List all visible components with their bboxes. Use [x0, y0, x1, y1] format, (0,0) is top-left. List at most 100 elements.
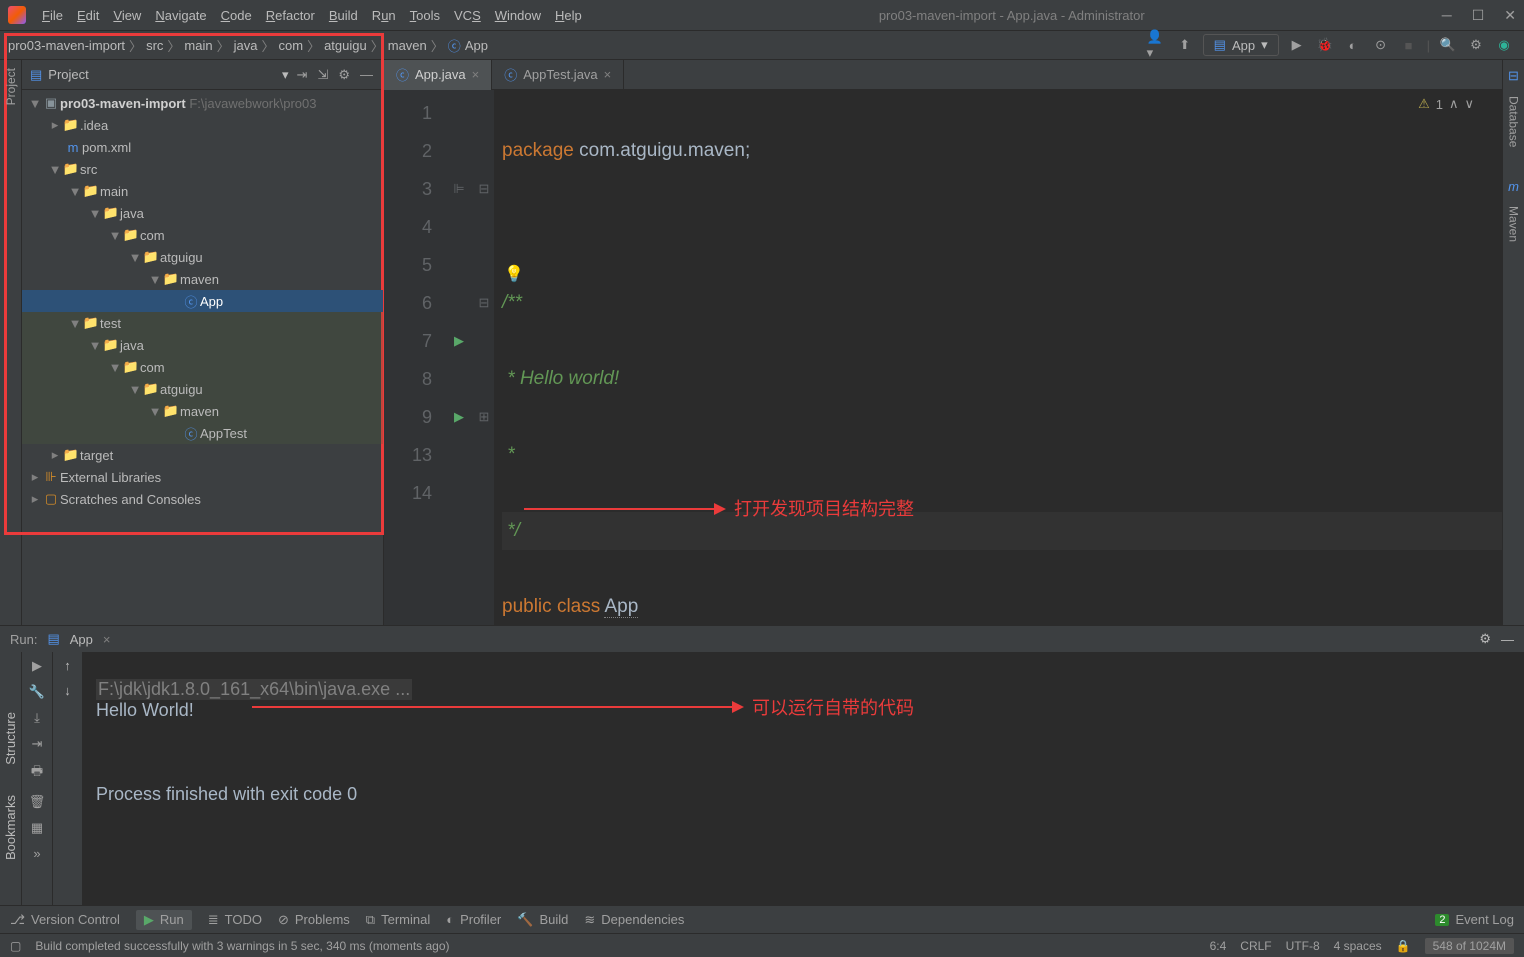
- run-settings-icon[interactable]: ⚙: [1479, 631, 1491, 647]
- coverage-button[interactable]: ◐: [1343, 35, 1363, 55]
- nav-up-icon[interactable]: ∧: [1449, 96, 1459, 112]
- code-area[interactable]: package com.atguigu.maven; /** * Hello w…: [494, 90, 1502, 625]
- crumb[interactable]: pro03-maven-import: [8, 38, 125, 53]
- crumb[interactable]: src: [146, 38, 163, 53]
- print-icon[interactable]: 🖶: [31, 762, 43, 784]
- tab-run[interactable]: ▶Run: [136, 910, 192, 930]
- close-button[interactable]: ✕: [1504, 7, 1516, 24]
- left-rail-structure[interactable]: Structure: [3, 712, 18, 765]
- right-rail-maven[interactable]: Maven: [1507, 206, 1521, 242]
- jetbrains-icon[interactable]: ◉: [1494, 35, 1514, 55]
- tree-ext-libs[interactable]: ▸⊪External Libraries: [22, 466, 383, 488]
- menu-help[interactable]: Help: [555, 8, 582, 23]
- settings-icon[interactable]: ⚙: [1466, 35, 1486, 55]
- crumb[interactable]: maven: [388, 38, 427, 53]
- run-class-icon[interactable]: ▶: [454, 322, 464, 360]
- tree-maven-main[interactable]: ▼📁maven: [22, 268, 383, 290]
- tab-build[interactable]: 🔨Build: [517, 912, 568, 928]
- layout-icon[interactable]: ▦: [31, 820, 43, 836]
- gear-icon[interactable]: ⚙: [336, 67, 352, 83]
- stop-button[interactable]: ■: [1399, 35, 1419, 55]
- tab-profiler[interactable]: ◐Profiler: [446, 912, 501, 927]
- menu-tools[interactable]: Tools: [410, 8, 440, 23]
- search-icon[interactable]: 🔍: [1438, 35, 1458, 55]
- rerun-icon[interactable]: ▶: [32, 658, 42, 674]
- trash-icon[interactable]: 🗑: [29, 794, 46, 810]
- scroll-icon[interactable]: ⇥: [32, 736, 43, 752]
- maximize-button[interactable]: ☐: [1472, 7, 1485, 24]
- menu-build[interactable]: Build: [329, 8, 358, 23]
- build-icon[interactable]: ⬆: [1175, 35, 1195, 55]
- tree-app[interactable]: ⓒApp: [22, 290, 383, 312]
- warning-icon[interactable]: ⚠: [1418, 96, 1430, 112]
- database-icon[interactable]: ⊟: [1508, 68, 1519, 84]
- tree-root[interactable]: ▼▣pro03-maven-import F:\javawebwork\pro0…: [22, 92, 383, 114]
- up-icon[interactable]: ↑: [64, 658, 71, 673]
- tab-version-control[interactable]: ⎇Version Control: [10, 912, 120, 928]
- tree-scratches[interactable]: ▸▢Scratches and Consoles: [22, 488, 383, 510]
- tree-java-test[interactable]: ▼📁java: [22, 334, 383, 356]
- nav-down-icon[interactable]: ∨: [1464, 96, 1474, 112]
- tab-dependencies[interactable]: ≋Dependencies: [584, 912, 684, 928]
- menu-edit[interactable]: Edit: [77, 8, 99, 23]
- menu-refactor[interactable]: Refactor: [266, 8, 315, 23]
- more-icon[interactable]: »: [33, 846, 40, 861]
- debug-button[interactable]: 🐞: [1315, 35, 1335, 55]
- menu-code[interactable]: Code: [221, 8, 252, 23]
- tree-apptest[interactable]: ⓒAppTest: [22, 422, 383, 444]
- caret-position[interactable]: 6:4: [1210, 939, 1227, 953]
- close-tab-icon[interactable]: ×: [472, 67, 480, 82]
- tree-atguigu-main[interactable]: ▼📁atguigu: [22, 246, 383, 268]
- tree-java-main[interactable]: ▼📁java: [22, 202, 383, 224]
- tree-main[interactable]: ▼📁main: [22, 180, 383, 202]
- tab-terminal[interactable]: ⧉Terminal: [366, 912, 430, 928]
- down-icon[interactable]: ⤓: [34, 710, 40, 726]
- left-rail-bookmarks[interactable]: Bookmarks: [3, 795, 18, 860]
- tab-event-log[interactable]: 2Event Log: [1435, 912, 1514, 927]
- menu-view[interactable]: View: [113, 8, 141, 23]
- run-main-icon[interactable]: ▶: [454, 398, 464, 436]
- down-icon2[interactable]: ↓: [64, 683, 71, 698]
- minimize-panel-icon[interactable]: —: [358, 67, 375, 82]
- status-icon[interactable]: ▢: [10, 939, 21, 953]
- tab-problems[interactable]: ⊘Problems: [278, 912, 350, 928]
- tree-idea[interactable]: ▸📁.idea: [22, 114, 383, 136]
- close-run-tab-icon[interactable]: ×: [103, 632, 111, 647]
- lock-icon[interactable]: 🔒: [1396, 939, 1411, 953]
- run-config-selector[interactable]: ▤App▾: [1203, 34, 1279, 56]
- tree-com-test[interactable]: ▼📁com: [22, 356, 383, 378]
- menu-run[interactable]: Run: [372, 8, 396, 23]
- maven-icon[interactable]: m: [1508, 179, 1519, 194]
- tree-pom[interactable]: mpom.xml: [22, 136, 383, 158]
- left-rail-project[interactable]: Project: [4, 68, 18, 105]
- intention-bulb-icon[interactable]: 💡: [504, 256, 524, 294]
- run-tab-name[interactable]: App: [70, 632, 93, 647]
- menu-window[interactable]: Window: [495, 8, 541, 23]
- tree-maven-test[interactable]: ▼📁maven: [22, 400, 383, 422]
- expand-icon[interactable]: ⇲: [315, 67, 330, 83]
- tab-apptest-java[interactable]: ⓒAppTest.java×: [492, 60, 624, 90]
- menu-file[interactable]: File: [42, 8, 63, 23]
- crumb[interactable]: main: [184, 38, 212, 53]
- minimize-button[interactable]: ─: [1442, 7, 1452, 24]
- tab-todo[interactable]: ≣TODO: [208, 912, 262, 928]
- indent[interactable]: 4 spaces: [1334, 939, 1382, 953]
- wrench-icon[interactable]: 🔧: [29, 684, 45, 700]
- crumb[interactable]: App: [465, 38, 488, 53]
- menu-vcs[interactable]: VCS: [454, 8, 481, 23]
- line-separator[interactable]: CRLF: [1240, 939, 1271, 953]
- tree-com-main[interactable]: ▼📁com: [22, 224, 383, 246]
- console-output[interactable]: F:\jdk\jdk1.8.0_161_x64\bin\java.exe ...…: [82, 652, 1524, 905]
- select-open-icon[interactable]: ⇥: [295, 67, 310, 83]
- menu-navigate[interactable]: Navigate: [155, 8, 206, 23]
- crumb[interactable]: java: [234, 38, 258, 53]
- tree-target[interactable]: ▸📁target: [22, 444, 383, 466]
- encoding[interactable]: UTF-8: [1286, 939, 1320, 953]
- run-minimize-icon[interactable]: —: [1501, 632, 1514, 647]
- crumb[interactable]: atguigu: [324, 38, 367, 53]
- profile-button[interactable]: ⊙: [1371, 35, 1391, 55]
- right-rail-database[interactable]: Database: [1507, 96, 1521, 147]
- tree-test[interactable]: ▼📁test: [22, 312, 383, 334]
- close-tab-icon[interactable]: ×: [604, 67, 612, 82]
- tab-app-java[interactable]: ⓒApp.java×: [384, 60, 492, 90]
